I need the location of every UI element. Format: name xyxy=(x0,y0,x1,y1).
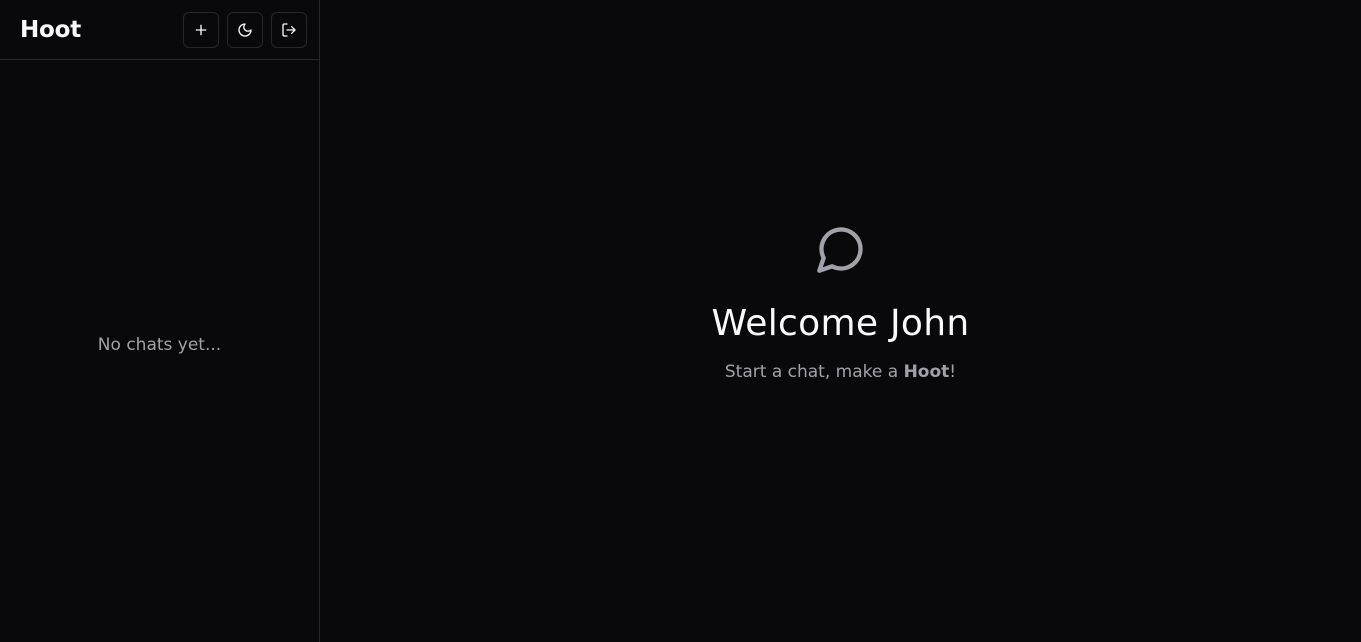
welcome-title: Welcome John xyxy=(711,303,970,344)
empty-chats-text: No chats yet... xyxy=(97,335,222,355)
log-out-icon xyxy=(282,22,296,37)
sidebar: Hoot No chats yet... xyxy=(0,0,320,642)
welcome-section: Welcome John Start a chat, make a Hoot! xyxy=(712,223,970,382)
header-actions xyxy=(183,11,307,48)
theme-toggle-button[interactable] xyxy=(227,11,263,48)
subtitle-brand: Hoot xyxy=(903,362,950,382)
plus-icon xyxy=(195,24,207,35)
logout-button[interactable] xyxy=(271,11,307,48)
main-panel: Welcome John Start a chat, make a Hoot! xyxy=(320,0,1361,642)
app-root: Hoot No chats yet... Welcome John Start … xyxy=(0,0,1361,642)
moon-icon xyxy=(238,22,252,37)
subtitle-suffix: ! xyxy=(949,362,957,382)
app-brand: Hoot xyxy=(20,16,82,43)
new-chat-button[interactable] xyxy=(183,11,219,48)
subtitle-prefix: Start a chat, make a xyxy=(724,362,904,382)
message-circle-icon xyxy=(815,223,867,275)
sidebar-header: Hoot xyxy=(0,0,319,60)
chat-list: No chats yet... xyxy=(0,60,319,642)
welcome-subtitle: Start a chat, make a Hoot! xyxy=(725,362,956,382)
